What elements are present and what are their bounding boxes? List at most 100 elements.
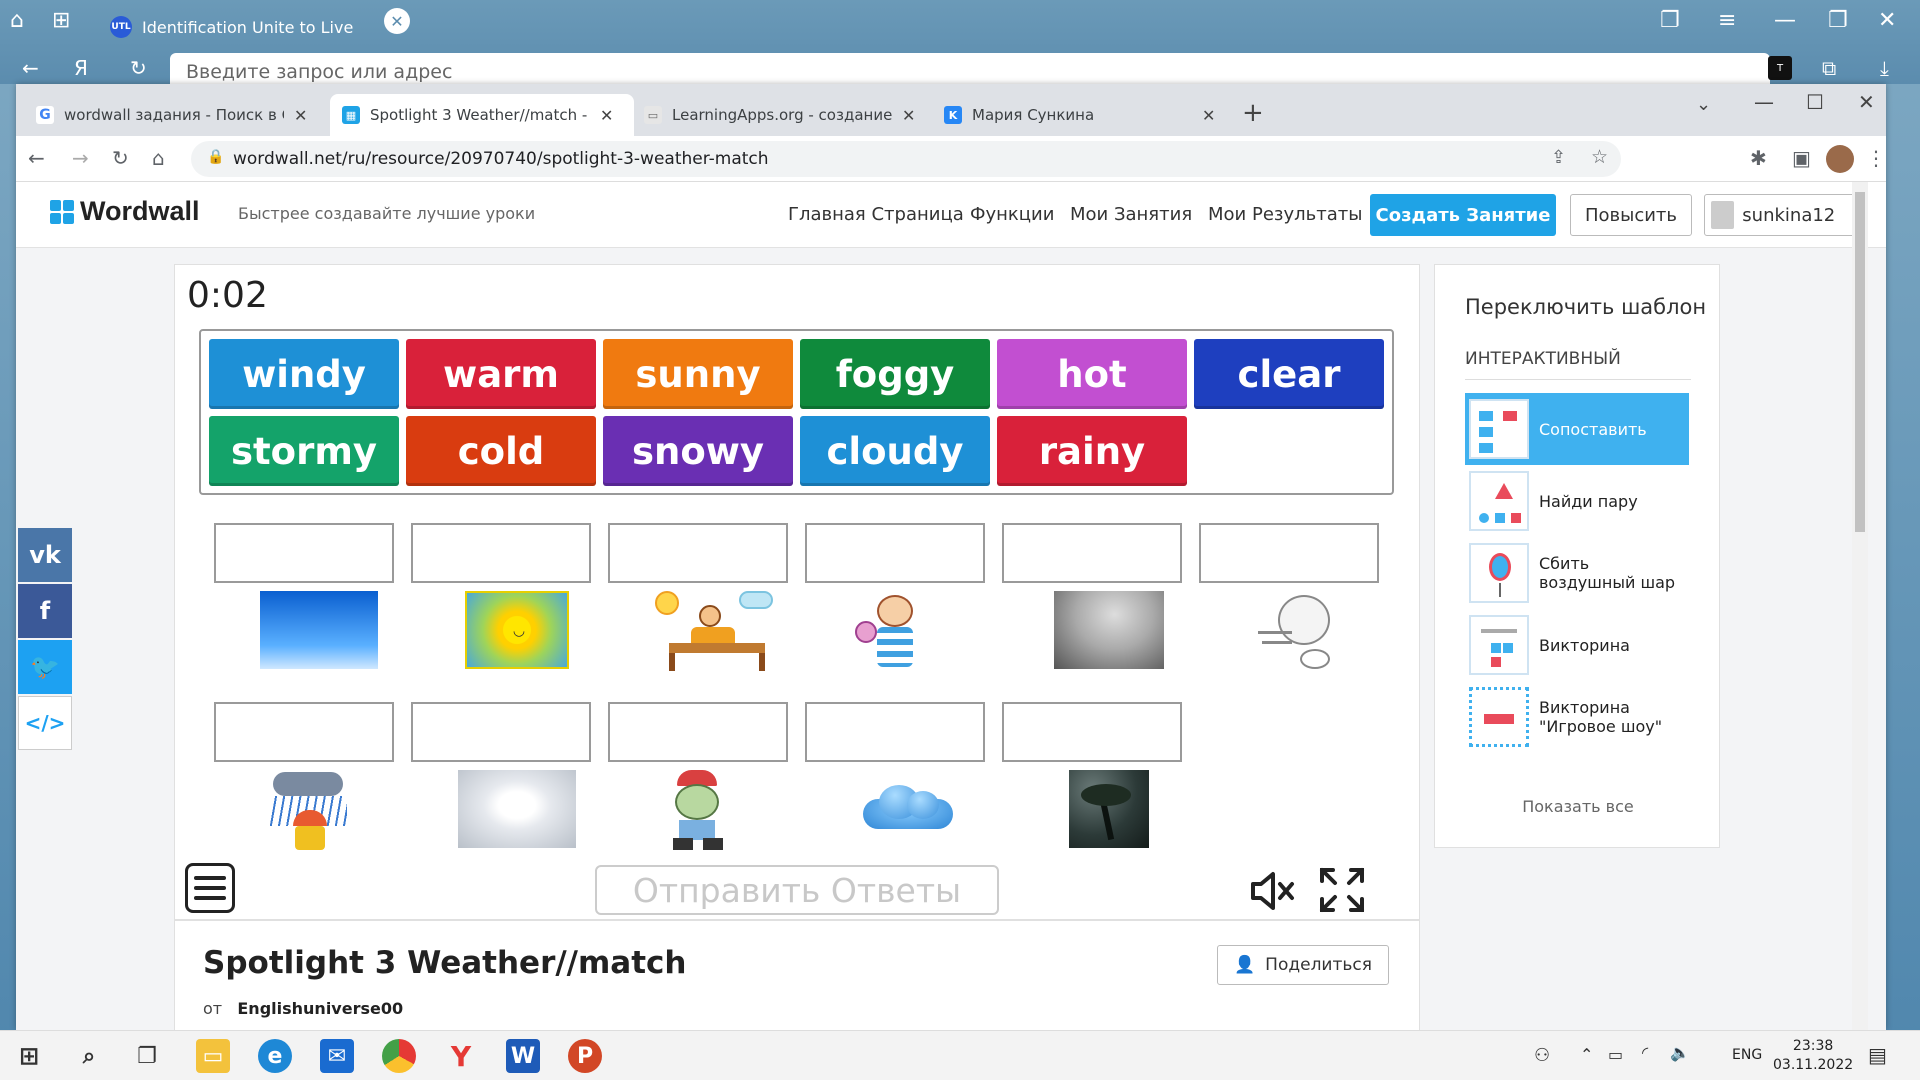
reload-icon[interactable]: ↻: [112, 146, 129, 170]
share-button[interactable]: 👤 Поделиться: [1217, 945, 1389, 985]
chevron-up-icon[interactable]: ⌃: [1580, 1045, 1593, 1064]
edge-icon[interactable]: e: [258, 1039, 292, 1073]
language-indicator[interactable]: ENG: [1732, 1047, 1762, 1063]
word-tile[interactable]: sunny: [603, 339, 793, 409]
notifications-icon[interactable]: ▤: [1868, 1043, 1887, 1067]
restore-icon[interactable]: ❐: [1828, 8, 1848, 33]
create-activity-button[interactable]: Создать Занятие: [1370, 194, 1556, 236]
word-tile[interactable]: windy: [209, 339, 399, 409]
more-icon[interactable]: ⋮: [1866, 146, 1886, 170]
profile-avatar[interactable]: [1826, 145, 1854, 173]
menu-features[interactable]: Функции: [970, 204, 1054, 225]
people-icon[interactable]: ⚇: [1534, 1045, 1550, 1066]
close-window-icon[interactable]: ✕: [1858, 90, 1875, 114]
windows-start-icon[interactable]: ⊞: [12, 1039, 46, 1073]
bookmarks-icon[interactable]: ❐: [1660, 8, 1680, 33]
word-tile[interactable]: clear: [1194, 339, 1384, 409]
menu-my-activities[interactable]: Мои Занятия: [1070, 204, 1192, 225]
new-tab-icon[interactable]: +: [1242, 98, 1264, 128]
menu-icon[interactable]: ≡: [1718, 8, 1736, 33]
user-menu[interactable]: sunkina12 ⌄: [1704, 194, 1862, 236]
new-tab-icon[interactable]: ⊞: [52, 8, 70, 33]
drop-slot[interactable]: [214, 523, 394, 583]
minimize-icon[interactable]: —: [1754, 90, 1774, 114]
word-tile[interactable]: snowy: [603, 416, 793, 486]
mail-icon[interactable]: ✉: [320, 1039, 354, 1073]
drop-slot[interactable]: [1002, 702, 1182, 762]
file-explorer-icon[interactable]: ▭: [196, 1039, 230, 1073]
clock[interactable]: 23:38 03.11.2022: [1773, 1037, 1853, 1075]
page-scrollbar[interactable]: [1852, 182, 1868, 1030]
close-icon[interactable]: ✕: [1202, 106, 1215, 125]
back-icon[interactable]: ←: [28, 146, 45, 170]
scrollbar-thumb[interactable]: [1855, 192, 1865, 532]
mute-icon[interactable]: [1249, 869, 1297, 913]
menu-my-results[interactable]: Мои Результаты: [1208, 204, 1362, 225]
outer-address-bar[interactable]: Введите запрос или адрес: [170, 53, 1770, 85]
template-gameshow-quiz[interactable]: Викторина "Игровое шоу": [1465, 681, 1689, 753]
word-tile[interactable]: stormy: [209, 416, 399, 486]
word-tile[interactable]: cold: [406, 416, 596, 486]
collections-icon[interactable]: ⧉: [1822, 56, 1836, 80]
template-quiz[interactable]: Викторина: [1465, 609, 1689, 681]
template-match[interactable]: Сопоставить: [1465, 393, 1689, 465]
embed-icon[interactable]: </>: [18, 696, 72, 750]
close-window-icon[interactable]: ✕: [1878, 8, 1896, 33]
close-icon[interactable]: ✕: [902, 106, 915, 125]
show-all-link[interactable]: Показать все: [1435, 797, 1721, 816]
close-icon[interactable]: ✕: [600, 106, 613, 125]
minimize-icon[interactable]: —: [1774, 8, 1796, 33]
powerpoint-icon[interactable]: P: [568, 1039, 602, 1073]
battery-icon[interactable]: ▭: [1608, 1045, 1623, 1064]
star-icon[interactable]: ☆: [1591, 146, 1608, 168]
submit-answers-button[interactable]: Отправить Ответы: [595, 865, 999, 915]
chevron-down-icon[interactable]: ⌄: [1696, 94, 1711, 115]
template-balloon-pop[interactable]: Сбить воздушный шар: [1465, 537, 1689, 609]
home-tab-icon[interactable]: ⌂: [10, 8, 24, 33]
wordwall-logo[interactable]: Wordwall: [50, 196, 200, 227]
word-tile[interactable]: foggy: [800, 339, 990, 409]
word-icon[interactable]: W: [506, 1039, 540, 1073]
back-icon[interactable]: ←: [22, 56, 39, 80]
tab-learningapps[interactable]: ▭ LearningApps.org - создание му ✕: [632, 94, 934, 136]
search-icon[interactable]: ⌕: [72, 1039, 106, 1073]
drop-slot[interactable]: [805, 702, 985, 762]
outer-tab[interactable]: UTL Identification Unite to Live: [110, 10, 420, 44]
drop-slot[interactable]: [805, 523, 985, 583]
drop-slot[interactable]: [411, 702, 591, 762]
word-tile[interactable]: hot: [997, 339, 1187, 409]
extension-icon[interactable]: T: [1768, 56, 1792, 80]
vk-icon[interactable]: vk: [18, 528, 72, 582]
drop-slot[interactable]: [411, 523, 591, 583]
close-tab-icon[interactable]: ✕: [384, 8, 410, 34]
share-icon[interactable]: ⇪: [1551, 147, 1566, 168]
yandex-icon[interactable]: Я: [74, 56, 88, 80]
download-icon[interactable]: ⤓: [1880, 56, 1889, 80]
forward-icon[interactable]: →: [72, 146, 89, 170]
extensions-icon[interactable]: ✱: [1750, 146, 1767, 170]
facebook-icon[interactable]: f: [18, 584, 72, 638]
game-menu-button[interactable]: [185, 863, 235, 913]
tab-wordwall[interactable]: ▦ Spotlight 3 Weather//match - Co ✕: [330, 94, 634, 136]
wifi-icon[interactable]: ◜: [1642, 1043, 1648, 1062]
drop-slot[interactable]: [608, 523, 788, 583]
tab-vk[interactable]: K Мария Сункина ✕: [932, 94, 1234, 136]
upgrade-button[interactable]: Повысить: [1570, 194, 1692, 236]
task-view-icon[interactable]: ❐: [130, 1039, 164, 1073]
yandex-browser-icon[interactable]: Y: [444, 1039, 478, 1073]
sidepanel-icon[interactable]: ▣: [1792, 146, 1811, 170]
volume-icon[interactable]: 🔈: [1670, 1043, 1690, 1062]
chrome-icon[interactable]: [382, 1039, 416, 1073]
drop-slot[interactable]: [1002, 523, 1182, 583]
author-link[interactable]: Englishuniverse00: [237, 999, 403, 1018]
url-bar[interactable]: 🔒 wordwall.net/ru/resource/20970740/spot…: [191, 141, 1621, 177]
word-tile[interactable]: cloudy: [800, 416, 990, 486]
home-icon[interactable]: ⌂: [152, 146, 165, 170]
word-tile[interactable]: rainy: [997, 416, 1187, 486]
tab-google[interactable]: G wordwall задания - Поиск в Goo ✕: [24, 94, 332, 136]
reload-icon[interactable]: ↻: [130, 56, 147, 80]
fullscreen-icon[interactable]: [1319, 867, 1365, 913]
drop-slot[interactable]: [214, 702, 394, 762]
drop-slot[interactable]: [1199, 523, 1379, 583]
menu-home[interactable]: Главная Страница: [788, 204, 964, 225]
